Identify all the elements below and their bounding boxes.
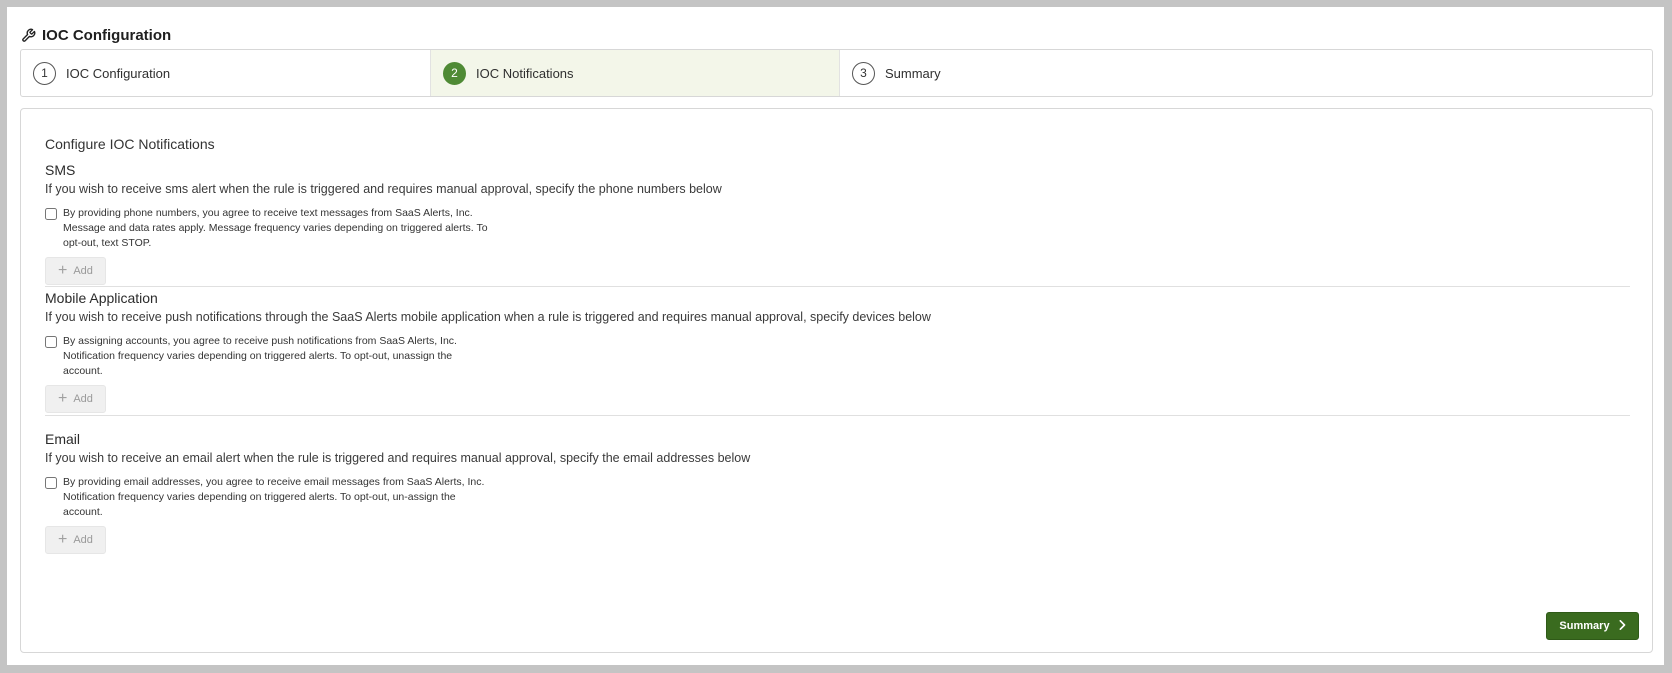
mobile-add-button[interactable]: + Add <box>45 385 106 413</box>
chevron-right-icon <box>1618 619 1626 633</box>
section-divider <box>45 286 1630 287</box>
step-number: 1 <box>33 61 56 85</box>
sms-add-button[interactable]: + Add <box>45 257 106 285</box>
app-frame: IOC Configuration 1 IOC Configuration 2 … <box>7 7 1664 665</box>
consent-line: By assigning accounts, you agree to rece… <box>63 335 457 347</box>
mobile-description: If you wish to receive push notification… <box>45 310 931 324</box>
email-title: Email <box>45 431 81 447</box>
consent-line: By providing email addresses, you agree … <box>63 476 485 488</box>
mobile-consent-text: By assigning accounts, you agree to rece… <box>63 334 457 379</box>
card-heading: Configure IOC Notifications <box>45 136 215 152</box>
wrench-icon <box>21 28 36 43</box>
add-label: Add <box>73 265 93 277</box>
step-number: 3 <box>852 61 875 85</box>
email-consent: By providing email addresses, you agree … <box>45 475 1630 520</box>
consent-line: Message and data rates apply. Message fr… <box>63 222 488 234</box>
step-ioc-configuration[interactable]: 1 IOC Configuration <box>21 50 430 96</box>
sms-consent-text: By providing phone numbers, you agree to… <box>63 206 488 251</box>
email-add-button[interactable]: + Add <box>45 526 106 554</box>
consent-line: account. <box>63 365 103 377</box>
mobile-title: Mobile Application <box>45 290 158 306</box>
summary-next-button[interactable]: Summary <box>1546 612 1639 640</box>
step-label: IOC Configuration <box>66 65 171 81</box>
email-consent-text: By providing email addresses, you agree … <box>63 475 484 520</box>
sms-section: SMS If you wish to receive sms alert whe… <box>45 161 1630 285</box>
notifications-card: Configure IOC Notifications SMS If you w… <box>20 108 1653 653</box>
page-title: IOC Configuration <box>21 23 171 47</box>
consent-line: opt-out, text STOP. <box>63 237 152 249</box>
email-description: If you wish to receive an email alert wh… <box>45 451 751 465</box>
step-number: 2 <box>443 61 466 85</box>
sms-consent-checkbox[interactable] <box>45 208 57 220</box>
plus-icon: + <box>58 262 68 279</box>
wizard-stepper: 1 IOC Configuration 2 IOC Notifications … <box>20 49 1653 97</box>
step-label: IOC Notifications <box>476 65 574 81</box>
mobile-consent-checkbox[interactable] <box>45 336 57 348</box>
plus-icon: + <box>58 390 68 407</box>
add-label: Add <box>73 393 93 405</box>
page-title-text: IOC Configuration <box>42 26 172 44</box>
sms-description: If you wish to receive sms alert when th… <box>45 182 722 196</box>
email-consent-checkbox[interactable] <box>45 477 57 489</box>
consent-line: Notification frequency varies depending … <box>63 350 453 362</box>
consent-line: By providing phone numbers, you agree to… <box>63 207 473 219</box>
sms-consent: By providing phone numbers, you agree to… <box>45 206 1630 251</box>
consent-line: Notification frequency varies depending … <box>63 491 456 503</box>
summary-button-label: Summary <box>1559 620 1610 632</box>
step-ioc-notifications[interactable]: 2 IOC Notifications <box>430 50 839 96</box>
mobile-consent: By assigning accounts, you agree to rece… <box>45 334 1630 379</box>
email-section: Email If you wish to receive an email al… <box>45 430 1630 554</box>
consent-line: account. <box>63 506 103 518</box>
mobile-section: Mobile Application If you wish to receiv… <box>45 289 1630 413</box>
section-divider <box>45 415 1630 416</box>
step-label: Summary <box>885 65 941 81</box>
plus-icon: + <box>58 531 68 548</box>
add-label: Add <box>73 534 93 546</box>
step-summary[interactable]: 3 Summary <box>839 50 1652 96</box>
sms-title: SMS <box>45 162 76 178</box>
